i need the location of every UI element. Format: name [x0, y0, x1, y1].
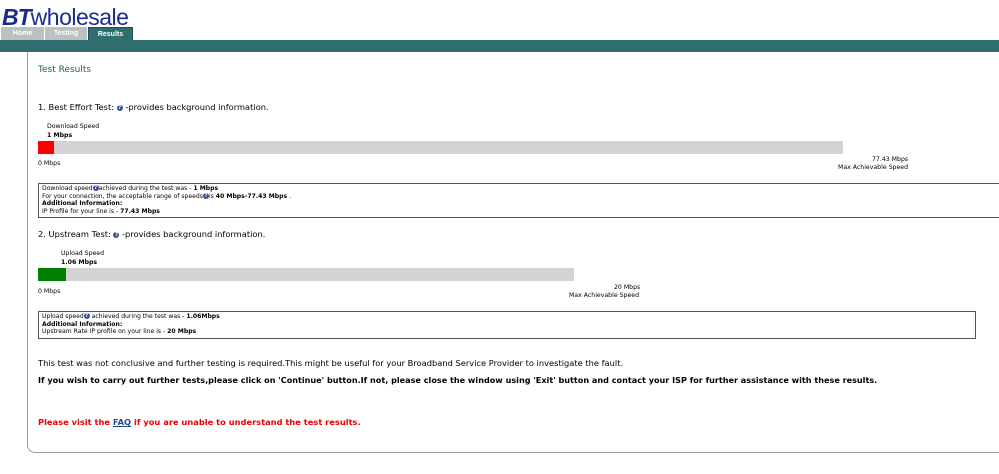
download-info-box: Download speed? achieved during the test … [38, 183, 999, 218]
upload-max-value: 20 Mbps [614, 284, 641, 291]
upload-info-line-2: Additional Information: [42, 320, 123, 328]
inconclusive-note: This test was not conclusive and further… [38, 358, 624, 368]
download-info-line-2: For your connection, the acceptable rang… [42, 192, 292, 200]
download-speed-bar [38, 141, 843, 154]
upload-speed-fill [38, 268, 66, 281]
upload-section-heading: 2. Upstream Test: ? -provides background… [38, 229, 265, 239]
download-speed-fill [38, 141, 54, 154]
help-icon[interactable]: ? [113, 231, 120, 238]
download-bar-label: Download Speed [47, 123, 100, 130]
upload-speed-bar [38, 268, 574, 281]
upload-min-label: 0 Mbps [38, 288, 61, 295]
download-min-label: 0 Mbps [38, 160, 61, 167]
upload-value-label: 1.06 Mbps [61, 259, 98, 266]
upload-help-text: -provides background information. [122, 229, 266, 239]
results-panel [27, 52, 999, 453]
download-max-value: 77.43 Mbps [872, 156, 909, 163]
download-heading: 1. Best Effort Test: [38, 102, 115, 112]
further-tests-instruction: If you wish to carry out further tests,p… [38, 375, 878, 385]
help-icon[interactable]: ? [116, 104, 123, 111]
tab-home[interactable]: Home [1, 27, 44, 40]
upload-max-caption: Max Achievable Speed [569, 292, 640, 299]
download-info-line-4: IP Profile for your line is - 77.43 Mbps [42, 207, 160, 215]
download-help-text: -provides background information. [125, 102, 269, 112]
download-value-label: 1 Mbps [47, 132, 73, 139]
tab-testing[interactable]: Testing [45, 27, 87, 40]
upload-info-line-1: Upload speed? achieved during the test w… [42, 313, 220, 320]
upload-info-box: Upload speed? achieved during the test w… [38, 311, 976, 339]
upload-bar-label: Upload Speed [61, 250, 105, 257]
download-section-heading: 1. Best Effort Test: ? -provides backgro… [38, 102, 269, 112]
download-info-line-3: Additional Information: [42, 200, 123, 207]
page-title: Test Results [38, 65, 92, 75]
download-max-caption: Max Achievable Speed [838, 164, 909, 171]
header-strip [0, 40, 999, 52]
upload-info-line-3: Upstream Rate IP profile on your line is… [42, 328, 197, 335]
faq-line: Please visit the FAQ if you are unable t… [38, 417, 361, 427]
upload-heading: 2. Upstream Test: [38, 229, 111, 239]
download-info-line-1: Download speed? achieved during the test … [42, 185, 219, 192]
faq-link[interactable]: FAQ [113, 417, 131, 427]
